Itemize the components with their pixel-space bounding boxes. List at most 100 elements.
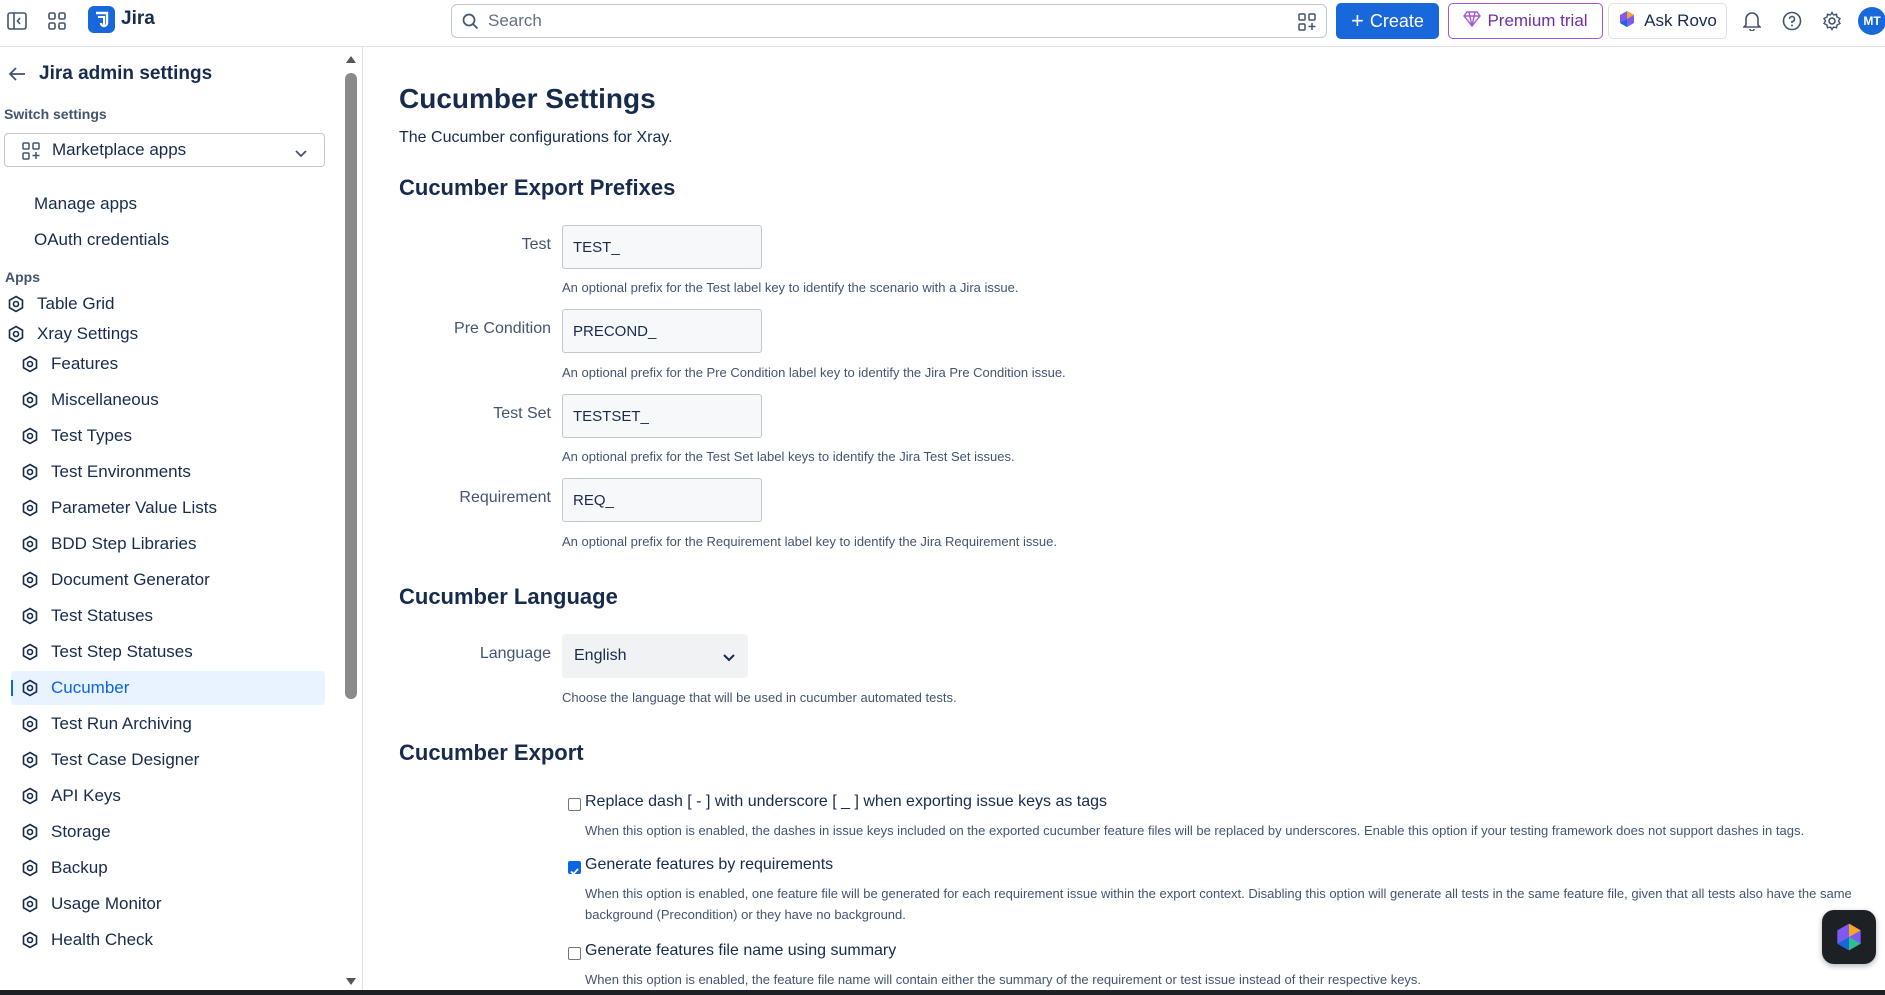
option-help: When this option is enabled, one feature… [585,886,1852,922]
app-hexagon-icon [22,499,38,517]
page-description: The Cucumber configurations for Xray. [399,129,673,146]
back-arrow-icon[interactable] [8,65,26,88]
rovo-icon [1618,10,1636,33]
app-hexagon-icon [22,571,38,589]
option-checkbox[interactable] [568,798,581,811]
test-prefix-help: An optional prefix for the Test label ke… [562,280,1019,295]
sidebar-item-xray-settings[interactable]: Xray Settings [7,317,319,351]
app-hexagon-icon [22,787,38,805]
sidebar-item-label: Usage Monitor [51,894,162,913]
test-prefix-label: Test [521,236,551,253]
sidebar-item-test-environments[interactable]: Test Environments [11,455,325,489]
sidebar-item-label: Features [51,354,119,373]
language-label: Language [479,645,551,662]
sidebar-item-label: BDD Step Libraries [51,534,197,553]
bottom-edge [0,990,1885,995]
sidebar-item-label: Test Run Archiving [51,714,192,733]
sidebar-item-document-generator[interactable]: Document Generator [11,563,325,597]
app-hexagon-icon [22,715,38,733]
ask-rovo-button[interactable]: Ask Rovo [1608,3,1727,39]
sidebar-item-test-case-designer[interactable]: Test Case Designer [11,743,325,777]
plus-icon: + [1351,8,1364,33]
language-help: Choose the language that will be used in… [562,690,957,705]
sidebar-item-usage-monitor[interactable]: Usage Monitor [11,887,325,921]
option-help: When this option is enabled, the dashes … [585,823,1805,838]
app-hexagon-icon [22,751,38,769]
sidebar-item-miscellaneous[interactable]: Miscellaneous [11,383,325,417]
sidebar-item-backup[interactable]: Backup [11,851,325,885]
app-hexagon-icon [22,679,38,697]
export-heading: Cucumber Export [399,740,584,765]
sidebar-link-manage-apps[interactable]: Manage apps [34,194,137,214]
sidebar-item-test-run-archiving[interactable]: Test Run Archiving [11,707,325,741]
prefixes-heading: Cucumber Export Prefixes [399,175,676,200]
sidebar-item-label: Health Check [51,930,154,949]
language-select[interactable]: English [562,634,748,678]
precondition-prefix-help: An optional prefix for the Pre Condition… [562,365,1066,380]
sidebar-item-label: Test Types [51,426,132,445]
sidebar-item-bdd-step-libraries[interactable]: BDD Step Libraries [11,527,325,561]
app-hexagon-icon [22,823,38,841]
sidebar-item-health-check[interactable]: Health Check [11,923,325,957]
option-label[interactable]: Generate features by requirements [585,856,833,874]
user-avatar[interactable]: MT [1858,7,1885,35]
requirement-prefix-input[interactable]: REQ_ [562,478,762,522]
sidebar-item-label: Test Case Designer [51,750,200,769]
test-prefix-input[interactable]: TEST_ [562,225,762,269]
sidebar-item-table-grid[interactable]: Table Grid [7,287,319,321]
notifications-bell-icon[interactable] [1741,10,1763,32]
app-switcher-icon[interactable] [46,10,68,32]
help-icon[interactable] [1781,10,1803,32]
settings-gear-icon[interactable] [1821,10,1843,32]
checkmark-icon [570,868,579,876]
premium-trial-button[interactable]: Premium trial [1448,3,1603,39]
sidebar-item-label: Parameter Value Lists [51,498,217,517]
requirement-prefix-help: An optional prefix for the Requirement l… [562,534,1057,549]
testset-prefix-input[interactable]: TESTSET_ [562,394,762,438]
scroll-down-arrow-icon[interactable] [345,977,357,987]
option-checkbox[interactable] [568,861,581,876]
sidebar-item-storage[interactable]: Storage [11,815,325,849]
sidebar-item-test-types[interactable]: Test Types [11,419,325,453]
sidebar-scroll-thumb[interactable] [345,73,357,699]
rovo-icon [1837,923,1861,951]
filter-apps-icon[interactable] [1298,13,1316,36]
app-name[interactable]: Jira [121,8,155,30]
jira-logo-icon[interactable] [88,6,115,33]
switch-settings-select[interactable]: Marketplace apps [4,133,325,167]
search-icon [462,13,479,35]
sidebar-title: Jira admin settings [39,63,213,84]
precondition-prefix-input[interactable]: PRECOND_ [562,309,762,353]
sidebar-item-label: Backup [51,858,108,877]
sidebar-link-oauth-credentials[interactable]: OAuth credentials [34,230,169,250]
apps-icon [22,142,40,165]
app-hexagon-icon [8,295,24,313]
sidebar-toggle-icon[interactable] [6,10,28,32]
app-hexagon-icon [22,391,38,409]
scroll-up-arrow-icon[interactable] [345,54,357,64]
option-label[interactable]: Generate features file name using summar… [585,942,896,960]
sidebar-item-parameter-value-lists[interactable]: Parameter Value Lists [11,491,325,525]
sidebar-item-cucumber[interactable]: Cucumber [11,671,325,705]
app-hexagon-icon [22,463,38,481]
option-checkbox[interactable] [568,947,581,960]
rovo-chat-button[interactable] [1822,910,1876,964]
testset-prefix-label: Test Set [493,405,551,422]
search-input[interactable]: Search [451,4,1327,38]
create-label: Create [1369,10,1424,31]
sidebar-item-api-keys[interactable]: API Keys [11,779,325,813]
chevron-down-icon [722,650,736,668]
app-hexagon-icon [22,427,38,445]
main-content: Cucumber Settings The Cucumber configura… [364,47,1885,990]
option-label[interactable]: Replace dash [ - ] with underscore [ _ ]… [585,793,1107,811]
sidebar-item-features[interactable]: Features [11,347,325,381]
sidebar-item-label: Test Statuses [51,606,154,625]
create-button[interactable]: + Create [1336,3,1439,39]
app-hexagon-icon [22,859,38,877]
sidebar-item-label: API Keys [51,786,121,805]
sidebar-item-test-statuses[interactable]: Test Statuses [11,599,325,633]
language-value: English [574,647,627,664]
sidebar-item-label: Xray Settings [37,324,139,343]
app-hexagon-icon [22,895,38,913]
sidebar-item-test-step-statuses[interactable]: Test Step Statuses [11,635,325,669]
